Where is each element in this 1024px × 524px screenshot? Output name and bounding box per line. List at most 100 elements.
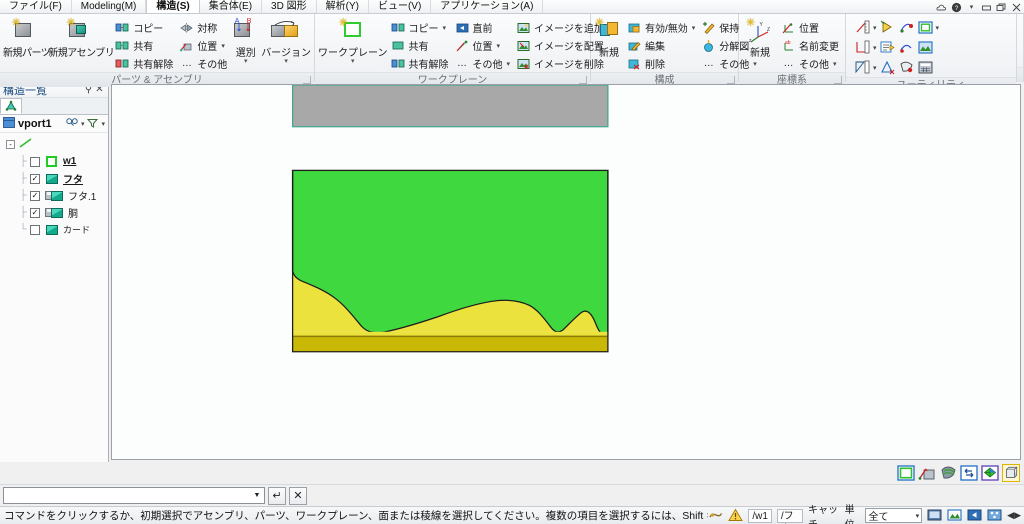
snapshot-icon[interactable]	[917, 39, 934, 56]
measure-angle-dropdown-arrow[interactable]: ▾	[873, 44, 877, 52]
new-part-button[interactable]: ✳ 新規パーツ	[3, 16, 51, 60]
tree-item-card[interactable]: └ カード	[4, 221, 108, 238]
cs-position-button[interactable]: 位置	[778, 19, 842, 36]
wp-unshare-button[interactable]: 共有解除	[388, 55, 452, 72]
new-configuration-button[interactable]: ✳ 新規	[594, 16, 624, 60]
mass-properties-icon[interactable]	[898, 59, 915, 76]
select-rectangle-icon[interactable]	[917, 19, 934, 36]
tree-item-futa[interactable]: ├ ✓ フタ	[4, 170, 108, 187]
status-chip-workplane[interactable]: /w1	[748, 508, 772, 523]
unshare-button[interactable]: 共有解除	[112, 55, 176, 72]
measure-angle-icon[interactable]	[854, 39, 871, 56]
sort-button[interactable]: A B 選別 ▾	[230, 16, 261, 65]
enable-disable-button[interactable]: 有効/無効 ▾	[624, 19, 698, 36]
sort-dropdown-arrow[interactable]: ▾	[244, 58, 248, 65]
tree-item-checkbox[interactable]	[30, 156, 40, 167]
command-cancel-button[interactable]: ✕	[289, 486, 307, 505]
copy-button[interactable]: コピー	[112, 19, 176, 36]
restore-icon[interactable]	[996, 2, 1007, 13]
position-button[interactable]: 位置 ▾	[176, 37, 230, 54]
wp-copy-button[interactable]: コピー ▾	[388, 19, 452, 36]
filter-dropdown-arrow[interactable]: ▾	[101, 120, 105, 128]
screen-icon[interactable]	[927, 508, 942, 523]
colored-cube-icon[interactable]	[981, 464, 999, 482]
menu-tab-file[interactable]: ファイル(F)	[0, 0, 72, 13]
tree-item-w1[interactable]: ├ w1	[4, 153, 108, 170]
menu-tab-view[interactable]: ビュー(V)	[369, 0, 432, 13]
enable-disable-dropdown-arrow[interactable]: ▾	[692, 24, 696, 32]
dialog-launcher-icon[interactable]	[579, 76, 587, 84]
help-icon[interactable]: ?	[951, 2, 962, 13]
render-icon[interactable]	[947, 508, 962, 523]
find-icon[interactable]	[66, 117, 78, 130]
chevron-down-icon[interactable]: ▾	[916, 512, 920, 520]
inspect-icon[interactable]	[898, 19, 915, 36]
scatter-icon[interactable]	[987, 508, 1002, 523]
menu-tab-modeling[interactable]: Modeling(M)	[72, 0, 147, 13]
tree-item-checkbox[interactable]: ✓	[30, 207, 40, 218]
new-coordinate-system-button[interactable]: Y Z z ✳ 新規	[742, 16, 778, 60]
edit-button[interactable]: 編集	[624, 37, 698, 54]
cs-more-dropdown-arrow[interactable]: ▾	[833, 60, 837, 68]
list-icon[interactable]	[879, 39, 896, 56]
command-input-combobox[interactable]: ▼	[3, 487, 265, 504]
unit-select[interactable]: 全て ▾	[865, 508, 923, 523]
catch-label[interactable]: キャッチ	[808, 501, 840, 524]
check-geometry-icon[interactable]	[879, 59, 896, 76]
viewport-selector-row[interactable]: vport1 ▾ ▾	[0, 115, 108, 133]
version-dropdown-arrow[interactable]: ▾	[284, 58, 288, 65]
tree-item-checkbox[interactable]: ✓	[30, 190, 40, 201]
delete-button[interactable]: 削除	[624, 55, 698, 72]
dialog-launcher-icon[interactable]	[834, 76, 842, 84]
wp-more-button[interactable]: … その他 ▾	[452, 55, 514, 72]
dialog-launcher-icon[interactable]	[303, 76, 311, 84]
workplane-dropdown-arrow[interactable]: ▾	[351, 58, 355, 65]
swap-view-icon[interactable]	[960, 464, 978, 482]
measure-area-dropdown-arrow[interactable]: ▾	[873, 64, 877, 72]
calculator-icon[interactable]	[917, 59, 934, 76]
command-input[interactable]	[4, 488, 250, 503]
command-enter-button[interactable]: ↵	[268, 486, 286, 505]
wp-share-button[interactable]: 共有	[388, 37, 452, 54]
wp-more-dropdown-arrow[interactable]: ▾	[507, 60, 511, 68]
pick-point-icon[interactable]	[879, 19, 896, 36]
measure-area-icon[interactable]	[854, 59, 871, 76]
measure-distance-dropdown-arrow[interactable]: ▾	[873, 24, 877, 32]
filter-icon[interactable]	[87, 118, 99, 130]
chevron-down-icon[interactable]: ▼	[250, 492, 264, 499]
axis-cube-icon[interactable]	[918, 464, 936, 482]
tree-item-checkbox[interactable]	[30, 224, 40, 235]
shaded-sphere-icon[interactable]	[939, 464, 957, 482]
3d-viewport[interactable]	[111, 84, 1021, 460]
tree-root-node[interactable]: -	[4, 136, 108, 153]
tree-expander[interactable]: -	[6, 140, 15, 149]
menu-tab-structure[interactable]: 構造(S)	[146, 0, 200, 13]
new-assembly-button[interactable]: ✳ 新規アセンブリ	[48, 16, 115, 60]
wireframe-cube-icon[interactable]	[1002, 464, 1020, 482]
symmetry-button[interactable]: 対称	[176, 19, 230, 36]
cloud-icon[interactable]	[936, 2, 947, 13]
resize-icon[interactable]: ◀▶	[1007, 508, 1021, 523]
dialog-launcher-icon[interactable]	[727, 76, 735, 84]
rename-button[interactable]: ab 名前変更	[778, 37, 842, 54]
recalc-icon[interactable]	[898, 39, 915, 56]
tree-item-futa-1[interactable]: ├ ✓ フタ.1	[4, 187, 108, 204]
select-rectangle-dropdown-arrow[interactable]: ▾	[936, 24, 940, 32]
workplane-button[interactable]: ✳ ワークプレーン ▾	[318, 16, 388, 66]
more-button-parts[interactable]: … その他	[176, 55, 230, 72]
status-chip-part[interactable]: /フタ	[776, 508, 803, 524]
find-dropdown-arrow[interactable]: ▾	[81, 120, 85, 128]
menu-tab-assembly[interactable]: 集合体(E)	[200, 0, 263, 13]
warning-icon[interactable]	[728, 508, 744, 523]
wp-position-dropdown-arrow[interactable]: ▾	[497, 42, 501, 50]
structure-tree-icon[interactable]	[0, 98, 22, 114]
menu-tab-analysis[interactable]: 解析(Y)	[317, 0, 369, 13]
viewport-canvas[interactable]	[112, 85, 1020, 459]
minimize-icon[interactable]	[981, 2, 992, 13]
cs-more-button[interactable]: … その他 ▾	[778, 55, 842, 72]
workplane-view-icon[interactable]	[897, 464, 915, 482]
position-dropdown-arrow[interactable]: ▾	[221, 42, 225, 50]
link-icon[interactable]	[708, 508, 723, 523]
menu-tab-application[interactable]: アプリケーション(A)	[431, 0, 544, 13]
chevron-down-icon[interactable]: ▾	[966, 2, 977, 13]
